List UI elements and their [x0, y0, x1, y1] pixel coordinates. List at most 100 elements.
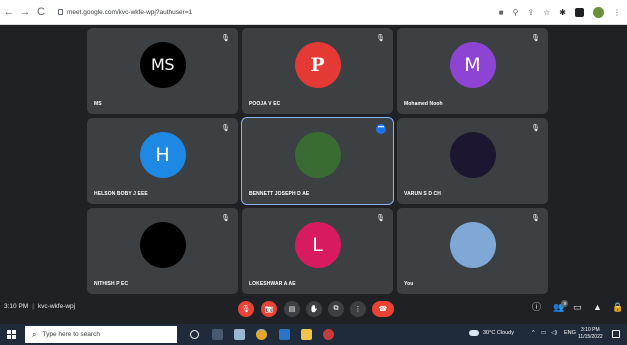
captions-button[interactable]: ▤ — [284, 301, 300, 317]
participant-avatar: M — [449, 41, 496, 88]
participant-tile[interactable]: 🎙 VARUN S D CH — [397, 118, 548, 204]
participant-tile[interactable]: ••• BENNETT JOSEPH D AE — [241, 117, 394, 205]
taskbar-search-placeholder: Type here to search — [42, 331, 100, 338]
pen-app-icon[interactable] — [234, 329, 245, 340]
participant-tile[interactable]: P 🎙 POOJA V EC — [242, 28, 393, 114]
windows-start-icon[interactable] — [7, 330, 16, 339]
forward-button[interactable]: → — [18, 2, 32, 22]
participant-avatar: MS — [139, 41, 186, 88]
camera-off-button[interactable]: 📷 — [261, 301, 277, 317]
battery-icon[interactable]: ▭ — [541, 330, 546, 336]
more-vert-icon: ⋮ — [354, 306, 362, 313]
participants-count-badge: 9 — [561, 300, 569, 307]
windows-taskbar: ⌕ Type here to search 30°C Cloudy ^ ▭ ◁)… — [0, 324, 627, 345]
mic-muted-icon: 🎙 — [531, 215, 540, 222]
meeting-code: kvc-wkfe-wpj — [37, 303, 76, 310]
share-icon[interactable]: ⇪ — [527, 8, 534, 17]
chat-icon[interactable]: ▭ — [573, 303, 582, 312]
sidebar-icon[interactable] — [575, 8, 584, 17]
taskbar-clock[interactable]: 3:10 PM 11/15/2022 — [578, 327, 603, 341]
menu-icon[interactable]: ⋮ — [613, 8, 621, 17]
browser-toolbar: ← → C meet.google.com/kvc-wkfe-wpj?authu… — [0, 0, 627, 25]
mic-muted-icon: 🎙 — [221, 125, 230, 132]
captions-icon: ▤ — [288, 306, 296, 313]
participant-avatar — [449, 221, 496, 268]
task-view-icon[interactable] — [212, 329, 223, 340]
camera-off-icon: 📷 — [264, 306, 274, 313]
raise-hand-button[interactable]: ✋ — [306, 301, 322, 317]
participant-avatar: H — [139, 131, 186, 178]
meeting-controls-bar: 3:10 PM | kvc-wkfe-wpj 🎙 📷 ▤ ✋ ⧉ ⋮ ☎ ⓘ 👥 9 ▭ ▲ … — [0, 298, 627, 320]
taskbar-search-input[interactable]: ⌕ Type here to search — [25, 326, 177, 343]
participant-tile[interactable]: L 🎙 LOKESHWAR A AE — [242, 208, 393, 294]
extensions-icon[interactable]: ✱ — [559, 8, 566, 17]
participant-tile[interactable]: MS 🎙 MS — [87, 28, 238, 114]
mic-muted-icon: 🎙 — [221, 35, 230, 42]
cloud-icon — [469, 330, 479, 336]
chrome-profile-icon[interactable] — [323, 329, 334, 340]
activities-icon[interactable]: ▲ — [593, 303, 602, 312]
mic-off-button[interactable]: 🎙 — [238, 301, 254, 317]
more-options-button[interactable]: ⋮ — [350, 301, 366, 317]
file-explorer-icon[interactable] — [301, 329, 312, 340]
clock-time: 3:10 PM — [581, 327, 600, 333]
present-button[interactable]: ⧉ — [328, 301, 344, 317]
bookmark-star-icon[interactable]: ☆ — [543, 8, 550, 17]
browser-actions: ■ ⚲ ⇪ ☆ ✱ ⋮ — [499, 0, 621, 25]
mic-muted-icon: 🎙 — [376, 215, 385, 222]
outlook-icon[interactable] — [279, 329, 290, 340]
meeting-time: 3:10 PM — [4, 303, 29, 310]
participant-tile[interactable]: M 🎙 Mohamed Nooh — [397, 28, 548, 114]
participant-name: NITHISH P EC — [94, 281, 129, 287]
url-text: meet.google.com/kvc-wkfe-wpj?authuser=1 — [67, 8, 193, 16]
weather-widget[interactable]: 30°C Cloudy — [469, 330, 514, 336]
mic-off-icon: 🎙 — [241, 306, 251, 313]
lock-icon — [58, 9, 63, 15]
mic-muted-icon: 🎙 — [376, 35, 385, 42]
participant-name: POOJA V EC — [249, 101, 281, 107]
back-button[interactable]: ← — [2, 2, 16, 22]
participant-avatar — [449, 131, 496, 178]
participant-name: LOKESHWAR A AE — [249, 281, 296, 287]
address-bar[interactable]: meet.google.com/kvc-wkfe-wpj?authuser=1 — [58, 9, 192, 16]
leave-call-button[interactable]: ☎ — [372, 301, 394, 317]
participant-avatar: P — [294, 41, 341, 88]
meeting-info-separator: | — [32, 303, 34, 310]
participant-avatar — [294, 131, 341, 178]
present-icon: ⧉ — [333, 305, 339, 312]
reload-button[interactable]: C — [34, 2, 48, 22]
participant-avatar — [139, 221, 186, 268]
meeting-info: 3:10 PM | kvc-wkfe-wpj — [4, 303, 75, 310]
host-controls-icon[interactable]: 🔒 — [612, 303, 623, 312]
zoom-icon[interactable]: ⚲ — [513, 8, 519, 17]
tray-chevron-icon[interactable]: ^ — [532, 330, 535, 336]
phone-hangup-icon: ☎ — [378, 306, 388, 313]
language-indicator[interactable]: ENG — [564, 330, 576, 336]
hand-icon: ✋ — [309, 306, 319, 313]
camera-indicator-icon[interactable]: ■ — [499, 8, 504, 17]
notification-icon[interactable] — [612, 330, 620, 338]
participant-avatar: L — [294, 221, 341, 268]
cortana-icon[interactable] — [190, 330, 199, 339]
volume-icon[interactable]: ◁) — [551, 330, 557, 336]
profile-avatar-icon[interactable] — [593, 7, 604, 18]
participant-name: BENNETT JOSEPH D AE — [249, 191, 310, 197]
participant-tile[interactable]: 🎙 NITHISH P EC — [87, 208, 238, 294]
weather-text: 30°C Cloudy — [483, 330, 514, 336]
participant-name: Mohamed Nooh — [404, 101, 443, 107]
clock-date: 11/15/2022 — [578, 334, 603, 340]
search-icon: ⌕ — [32, 329, 37, 339]
participant-tile[interactable]: H 🎙 HELSON BOBY J EEE — [87, 118, 238, 204]
participants-icon[interactable]: 👥 9 — [553, 300, 569, 312]
participant-name: HELSON BOBY J EEE — [94, 191, 148, 197]
participant-name: VARUN S D CH — [404, 191, 441, 197]
mic-muted-icon: 🎙 — [531, 125, 540, 132]
mic-muted-icon: 🎙 — [531, 35, 540, 42]
participant-name: You — [404, 281, 414, 287]
participant-tile[interactable]: 🎙 You — [397, 208, 548, 294]
meeting-details-icon[interactable]: ⓘ — [532, 303, 541, 312]
chrome-icon[interactable] — [256, 329, 267, 340]
participant-name: MS — [94, 101, 102, 107]
mic-muted-icon: 🎙 — [221, 215, 230, 222]
tile-options-icon[interactable]: ••• — [376, 124, 386, 134]
